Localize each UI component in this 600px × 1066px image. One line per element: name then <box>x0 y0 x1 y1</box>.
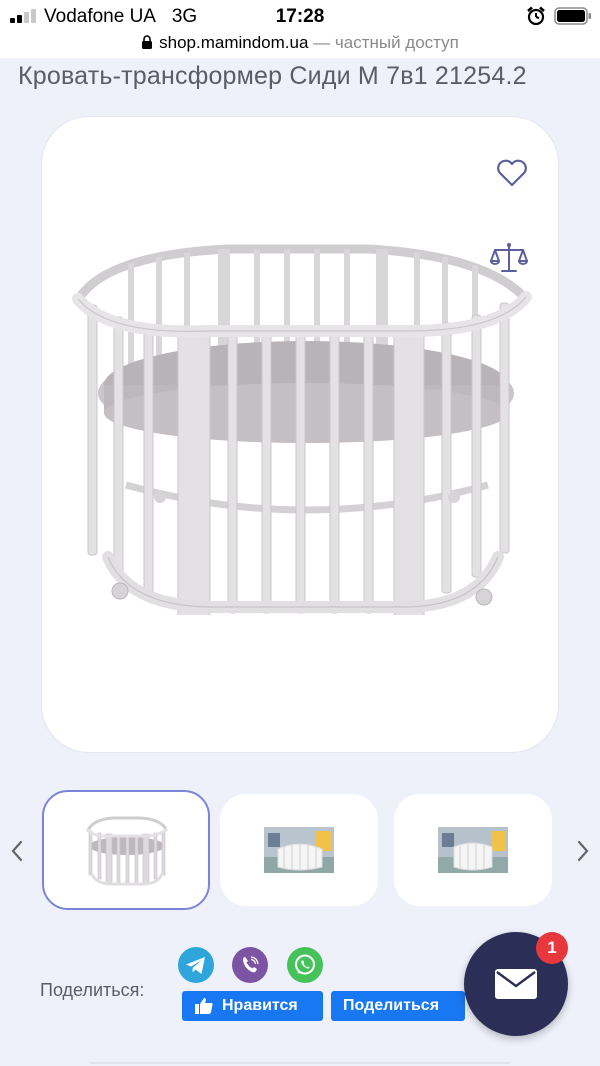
like-button[interactable]: Нравится <box>182 991 323 1021</box>
thumbnail-1[interactable] <box>42 790 210 910</box>
thumbs-up-icon <box>195 998 213 1014</box>
chevron-left-icon[interactable] <box>6 836 28 866</box>
product-photo <box>72 244 532 615</box>
lock-icon <box>142 35 153 49</box>
thumbnail-2[interactable] <box>220 794 378 906</box>
like-button-label: Нравится <box>222 997 298 1014</box>
url-private-label: — частный доступ <box>308 33 459 52</box>
chevron-right-icon[interactable] <box>572 836 594 866</box>
product-title: Кровать-трансформер Сиди М 7в1 21254.2 <box>18 62 527 90</box>
heart-icon[interactable] <box>494 155 530 191</box>
share-label: Поделиться: <box>40 980 145 1000</box>
thumbnail-image <box>264 827 334 873</box>
thumbnail-image <box>438 827 508 873</box>
viber-icon[interactable] <box>232 947 268 983</box>
mail-icon <box>495 969 537 999</box>
url-bar[interactable]: shop.mamindom.ua — частный доступ <box>0 30 600 58</box>
alarm-icon <box>527 6 545 26</box>
status-bar: Vodafone UA 3G 17:28 <box>0 0 600 30</box>
share-button-label: Поделиться <box>343 997 440 1014</box>
telegram-icon[interactable] <box>178 947 214 983</box>
thumbnail-image <box>85 816 169 886</box>
thumbnail-3[interactable] <box>394 794 552 906</box>
divider <box>90 1062 510 1064</box>
product-image-card <box>41 116 559 753</box>
battery-icon <box>554 7 591 25</box>
facebook-share-button[interactable]: Поделиться <box>331 991 465 1021</box>
url-domain: shop.mamindom.ua <box>159 33 309 52</box>
whatsapp-icon[interactable] <box>287 947 323 983</box>
status-time: 17:28 <box>275 6 325 27</box>
notification-badge: 1 <box>536 932 568 964</box>
